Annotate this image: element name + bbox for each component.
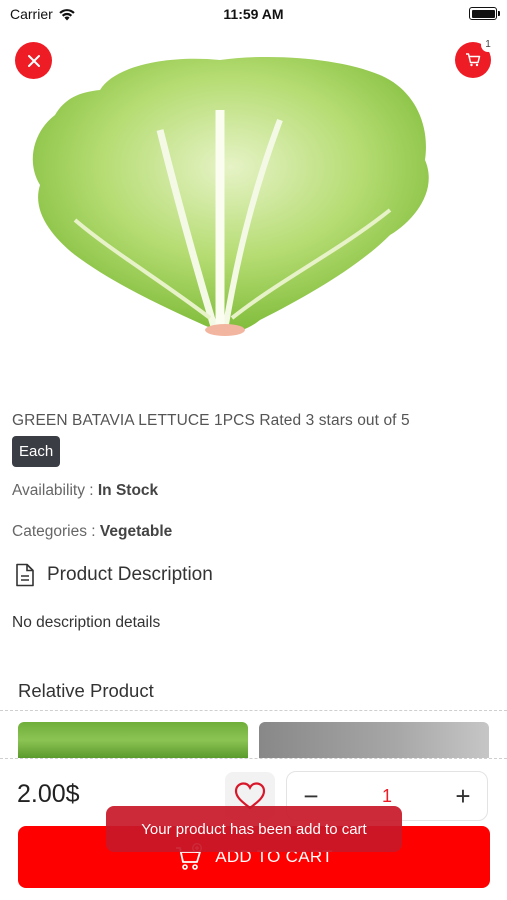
divider	[0, 758, 507, 759]
unit-badge: Each	[12, 436, 61, 467]
description-title: Product Description	[47, 564, 213, 585]
battery-icon	[469, 7, 500, 20]
relative-product-card[interactable]	[259, 722, 489, 758]
categories-value[interactable]: Vegetable	[100, 523, 172, 540]
description-text: No description details	[12, 614, 161, 631]
increase-quantity-button[interactable]: +	[439, 772, 487, 820]
clock: 11:59 AM	[223, 6, 284, 22]
close-icon	[27, 54, 40, 67]
price: 2.00$	[17, 780, 80, 808]
product-image	[32, 56, 429, 336]
description-header: Product Description	[15, 563, 213, 587]
relative-product-card[interactable]	[18, 722, 248, 758]
divider	[0, 710, 507, 711]
categories-label: Categories :	[12, 523, 100, 540]
document-icon	[16, 563, 34, 587]
availability-row: Availability : In Stock	[12, 482, 158, 500]
cart-count-badge: 1	[481, 38, 495, 52]
availability-label: Availability :	[12, 482, 98, 499]
status-bar: Carrier 11:59 AM	[0, 0, 507, 28]
availability-value: In Stock	[97, 482, 159, 499]
cart-icon	[466, 53, 481, 67]
quantity-value: 1	[381, 786, 392, 806]
close-button[interactable]	[15, 42, 52, 79]
cart-button[interactable]: 1	[455, 38, 495, 78]
relative-product-title: Relative Product	[18, 680, 154, 701]
toast-notification: Your product has been add to cart	[106, 806, 402, 852]
product-title: GREEN BATAVIA LETTUCE 1PCS Rated 3 stars…	[12, 412, 410, 429]
categories-row: Categories : Vegetable	[12, 523, 172, 541]
